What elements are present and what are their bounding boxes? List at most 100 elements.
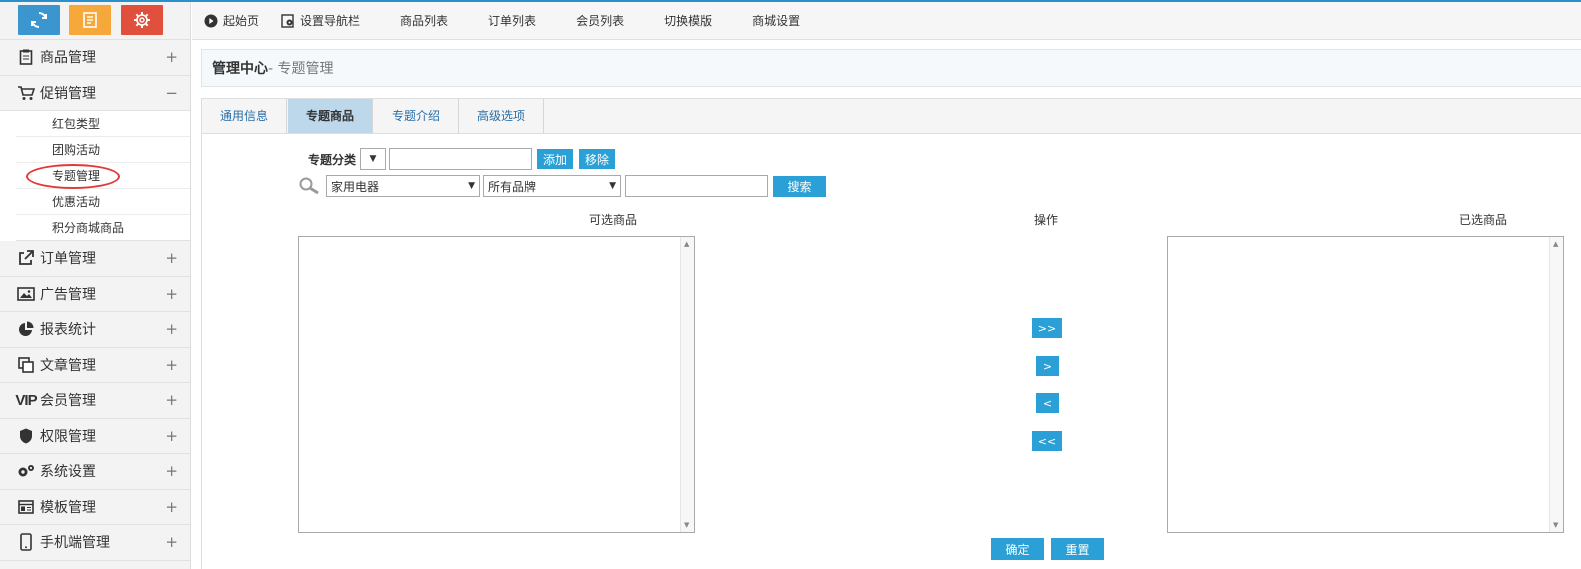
menu-label: 模板管理 [40, 499, 96, 516]
menu-label: 广告管理 [40, 286, 96, 303]
keyword-input[interactable] [625, 175, 768, 197]
add-button[interactable]: 添加 [537, 149, 574, 169]
search-row: 家用电器 ▼ 所有品牌 ▼ 搜索 [298, 175, 826, 197]
page-title: 管理中心 [212, 61, 268, 77]
sidebar-menu: 商品管理 + 促销管理 − 红包类型 团购活动 专题管理 优惠活动 积分商城商品… [0, 40, 190, 561]
menu-item-mobile[interactable]: 手机端管理 + [0, 525, 190, 561]
category-filter-select[interactable]: 家用电器 ▼ [326, 175, 480, 197]
expand-icon[interactable]: + [165, 498, 178, 516]
scrollbar[interactable]: ▲ ▼ [680, 237, 694, 532]
menu-item-members[interactable]: VIP 会员管理 + [0, 383, 190, 419]
nav-order-list[interactable]: 订单列表 [488, 12, 536, 29]
sub-item-red-packet[interactable]: 红包类型 [16, 111, 190, 137]
nav-switch-template[interactable]: 切换模版 [664, 12, 712, 29]
menu-item-templates[interactable]: 模板管理 + [0, 489, 190, 525]
tab-topic-intro[interactable]: 专题介绍 [374, 99, 460, 133]
menu-item-articles[interactable]: 文章管理 + [0, 347, 190, 383]
menu-item-ads[interactable]: 广告管理 + [0, 276, 190, 312]
add-one-button[interactable]: > [1036, 356, 1059, 376]
nav-start-page[interactable]: 起始页 [204, 12, 259, 29]
scrollbar[interactable]: ▲ ▼ [1549, 237, 1563, 532]
collapse-icon[interactable]: − [165, 84, 178, 102]
sub-item-discount[interactable]: 优惠活动 [16, 189, 190, 215]
sub-item-points-mall[interactable]: 积分商城商品 [16, 215, 190, 241]
menu-item-permissions[interactable]: 权限管理 + [0, 418, 190, 454]
expand-icon[interactable]: + [165, 285, 178, 303]
category-input[interactable] [389, 148, 533, 170]
sub-item-topic[interactable]: 专题管理 [16, 163, 190, 189]
category-select[interactable]: ▼ [360, 148, 387, 170]
reset-button[interactable]: 重置 [1051, 538, 1104, 560]
action-title: 操作 [1034, 213, 1059, 227]
gear-icon [134, 12, 150, 28]
menu-label: 手机端管理 [40, 535, 110, 552]
copy-icon [16, 356, 36, 374]
add-all-button[interactable]: >> [1032, 318, 1062, 338]
tab-panel: 专题分类 ▼ 添加 移除 家用电器 ▼ 所有品牌 ▼ 搜索 可选商品 操作 已选… [201, 134, 1581, 569]
available-goods-title: 可选商品 [589, 213, 638, 227]
highlight-annotation [26, 164, 120, 189]
nav-shop-settings[interactable]: 商城设置 [752, 12, 800, 29]
notepad-button[interactable] [69, 5, 111, 35]
expand-icon[interactable]: + [165, 533, 178, 551]
remove-one-button[interactable]: < [1036, 393, 1059, 413]
confirm-button[interactable]: 确定 [991, 538, 1044, 560]
page-subtitle: - 专题管理 [268, 61, 334, 77]
notepad-icon [83, 12, 97, 28]
nav-set-navbar[interactable]: 设置导航栏 [281, 12, 360, 29]
available-goods-list[interactable]: ▲ ▼ [298, 236, 695, 533]
expand-icon[interactable]: + [165, 462, 178, 480]
expand-icon[interactable]: + [165, 320, 178, 338]
brand-select[interactable]: 所有品牌 ▼ [483, 175, 621, 197]
shield-icon [16, 427, 36, 445]
nav-label: 会员列表 [576, 14, 625, 28]
tab-advanced[interactable]: 高级选项 [459, 99, 545, 133]
menu-label: 报表统计 [40, 322, 96, 339]
menu-item-promotion[interactable]: 促销管理 − [0, 75, 190, 111]
nav-label: 起始页 [223, 14, 260, 28]
refresh-button[interactable] [18, 5, 60, 35]
expand-icon[interactable]: + [165, 249, 178, 267]
expand-icon[interactable]: + [165, 48, 178, 66]
menu-label: 权限管理 [40, 428, 96, 445]
sidebar-toolbar [0, 2, 190, 40]
search-icon [298, 175, 322, 197]
menu-label: 商品管理 [40, 50, 96, 67]
clipboard-icon [16, 48, 36, 66]
vip-icon: VIP [15, 391, 37, 409]
expand-icon[interactable]: + [165, 391, 178, 409]
settings-button[interactable] [121, 5, 163, 35]
remove-button[interactable]: 移除 [579, 149, 616, 169]
selected-goods-list[interactable]: ▲ ▼ [1167, 236, 1564, 533]
menu-label: 促销管理 [40, 85, 96, 102]
menu-label: 会员管理 [40, 393, 96, 410]
search-button[interactable]: 搜索 [773, 175, 826, 197]
expand-icon[interactable]: + [165, 427, 178, 445]
external-link-icon [16, 249, 36, 267]
scroll-down-icon[interactable]: ▼ [684, 521, 689, 529]
menu-item-system[interactable]: 系统设置 + [0, 454, 190, 490]
gears-icon [16, 462, 36, 480]
scroll-up-icon[interactable]: ▲ [1553, 240, 1558, 248]
menu-item-reports[interactable]: 报表统计 + [0, 312, 190, 348]
chevron-down-icon: ▼ [609, 181, 616, 191]
refresh-icon [31, 12, 47, 28]
scroll-up-icon[interactable]: ▲ [684, 240, 689, 248]
sub-item-group-buy[interactable]: 团购活动 [16, 137, 190, 163]
nav-goods-list[interactable]: 商品列表 [400, 12, 448, 29]
tab-topic-goods[interactable]: 专题商品 [288, 99, 374, 133]
settings-doc-icon [281, 13, 295, 28]
tab-general-info[interactable]: 通用信息 [202, 99, 288, 133]
promotion-submenu: 红包类型 团购活动 专题管理 优惠活动 积分商城商品 [0, 111, 190, 241]
expand-icon[interactable]: + [165, 356, 178, 374]
remove-all-button[interactable]: << [1032, 431, 1062, 451]
menu-item-orders[interactable]: 订单管理 + [0, 241, 190, 277]
tab-bar: 通用信息 专题商品 专题介绍 高级选项 [201, 98, 1581, 134]
top-navbar: 起始页 设置导航栏 商品列表 订单列表 会员列表 切换模版 商城设置 [192, 2, 1581, 40]
nav-member-list[interactable]: 会员列表 [576, 12, 624, 29]
menu-item-goods[interactable]: 商品管理 + [0, 40, 190, 76]
category-label: 专题分类 [308, 152, 357, 167]
menu-label: 文章管理 [40, 357, 96, 374]
sidebar: 商品管理 + 促销管理 − 红包类型 团购活动 专题管理 优惠活动 积分商城商品… [0, 2, 191, 569]
scroll-down-icon[interactable]: ▼ [1553, 521, 1558, 529]
